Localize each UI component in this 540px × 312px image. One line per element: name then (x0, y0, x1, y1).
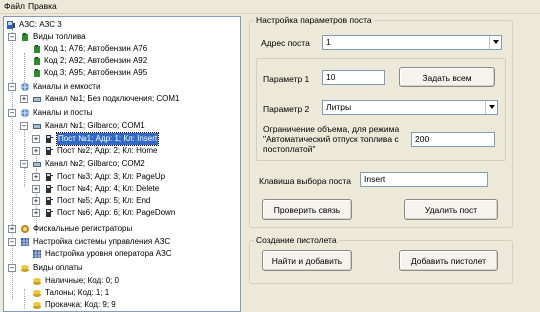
fuel-pump-icon (46, 147, 53, 155)
tree-node-label: Талоны; Код: 1; 1 (45, 288, 110, 297)
set-all-button[interactable]: Задать всем (399, 67, 495, 87)
param1-input[interactable]: 10 (322, 70, 385, 85)
limit-label-line2: "Автоматический отпуск топлива с (263, 134, 399, 144)
collapse-icon[interactable]: − (8, 83, 16, 91)
coins-icon (33, 302, 41, 309)
limit-label-line3: постоплатой" (263, 144, 316, 154)
param2-label: Параметр 2 (263, 104, 310, 114)
fuel-can-icon (34, 57, 40, 65)
gas-station-icon (7, 21, 15, 29)
expand-icon[interactable]: + (8, 225, 16, 233)
collapse-icon[interactable]: − (20, 122, 28, 130)
tree-node-label: Код 1; А76; Автобензин А76 (44, 44, 148, 53)
menu-bar: Файл Правка (0, 0, 540, 14)
fuel-can-icon (22, 33, 28, 41)
fuel-pump-icon (46, 197, 53, 205)
expand-icon[interactable]: + (32, 209, 40, 217)
tree-node-label: Виды топлива (33, 32, 86, 41)
tree-node-label: Пост №6; Адр: 6; Кл: PageDown (57, 208, 176, 217)
param1-value: 10 (326, 72, 336, 82)
limit-value: 200 (415, 134, 430, 144)
tree-node-label: Код 3; А95; Автобензин А95 (44, 68, 148, 77)
tree-node-label: Пост №4; Адр: 4; Кл: Delete (57, 184, 160, 193)
limit-input[interactable]: 200 (411, 132, 495, 147)
param1-label: Параметр 1 (263, 74, 310, 84)
expand-icon[interactable]: + (32, 197, 40, 205)
expand-icon[interactable]: + (32, 135, 40, 143)
cash-register-icon (21, 225, 29, 233)
tree-node-label: Пост №3; Адр: 3; Кл: PageUp (57, 172, 166, 181)
tree-node-label: Канал №2; Gilbarco; COM2 (45, 159, 145, 168)
fuel-pump-icon (46, 185, 53, 193)
menu-file[interactable]: Файл (4, 1, 25, 11)
menu-edit[interactable]: Правка (28, 1, 57, 11)
expand-icon[interactable]: + (32, 147, 40, 155)
add-pistol-button[interactable]: Добавить пистолет (399, 250, 498, 271)
expand-icon[interactable]: + (20, 95, 28, 103)
fuel-pump-icon (46, 173, 53, 181)
tree-node-label: Пост №5; Адр: 5; Кл: End (57, 196, 151, 205)
param2-select[interactable]: Литры (322, 100, 498, 115)
address-select-value: 1 (326, 37, 331, 47)
post-settings-title: Настройка параметров поста (254, 15, 374, 25)
tree-node-label: Канал №1; Без подключения; COM1 (45, 94, 180, 103)
collapse-icon[interactable]: − (8, 109, 16, 117)
channel-icon (33, 97, 41, 102)
grid-settings-icon (21, 238, 29, 246)
tree-node-label: Прокачка; Код: 9; 9 (45, 300, 116, 309)
tree-node-label: Фискальные регистраторы (33, 224, 133, 233)
collapse-icon[interactable]: − (8, 264, 16, 272)
param2-select-value: Литры (326, 102, 352, 112)
key-input[interactable]: Insert (360, 172, 488, 187)
key-label: Клавиша выбора поста (259, 176, 351, 186)
tree-node-label: Настройка системы управления АЗС (33, 237, 171, 246)
tree-node-label: Наличные; Код: 0; 0 (45, 276, 119, 285)
grid-settings-icon (33, 250, 41, 258)
collapse-icon[interactable]: − (8, 238, 16, 246)
collapse-icon[interactable]: − (20, 160, 28, 168)
address-select[interactable]: 1 (322, 35, 502, 50)
fuel-pump-icon (46, 135, 53, 143)
limit-label-line1: Ограничение объема, для режима (263, 124, 400, 134)
delete-post-button[interactable]: Удалить пост (404, 199, 498, 220)
tree-node-label: Настройка уровня оператора АЗС (45, 249, 172, 258)
tree-node-label: Пост №1; Адр: 1; Кл: Insert (55, 132, 160, 146)
chevron-down-icon[interactable] (485, 101, 497, 114)
coins-icon (21, 265, 29, 272)
coins-icon (33, 290, 41, 297)
tree-node-label: Каналы и посты (33, 108, 93, 117)
find-and-add-button[interactable]: Найти и добавить (262, 250, 352, 271)
chevron-down-icon[interactable] (489, 36, 501, 49)
tree-node-label: Каналы и емкости (33, 82, 101, 91)
key-value: Insert (364, 174, 386, 184)
network-icon (21, 109, 29, 117)
address-label: Адрес поста (261, 38, 310, 48)
fuel-can-icon (34, 45, 40, 53)
object-tree[interactable]: АЗС: АЗС 3 − Виды топлива Код 1; А76; Ав… (3, 16, 241, 312)
coins-icon (33, 278, 41, 285)
tree-node-label: Код 2; А92; Автобензин А92 (44, 56, 148, 65)
tree-node-label: Виды оплаты (33, 263, 83, 272)
expand-icon[interactable]: + (32, 185, 40, 193)
pistol-group-title: Создание пистолета (254, 235, 339, 245)
collapse-icon[interactable]: − (8, 33, 16, 41)
fuel-can-icon (34, 69, 40, 77)
tree-node-label: АЗС: АЗС 3 (19, 20, 62, 29)
check-connection-button[interactable]: Проверить связь (262, 199, 352, 220)
network-icon (21, 83, 29, 91)
expand-icon[interactable]: + (32, 173, 40, 181)
fuel-pump-icon (46, 209, 53, 217)
channel-icon (33, 124, 41, 129)
channel-icon (33, 162, 41, 167)
tree-node-label: Канал №1; Gilbarco; COM1 (45, 121, 145, 130)
tree-node-label: Пост №2; Адр: 2; Кл: Home (57, 146, 158, 155)
